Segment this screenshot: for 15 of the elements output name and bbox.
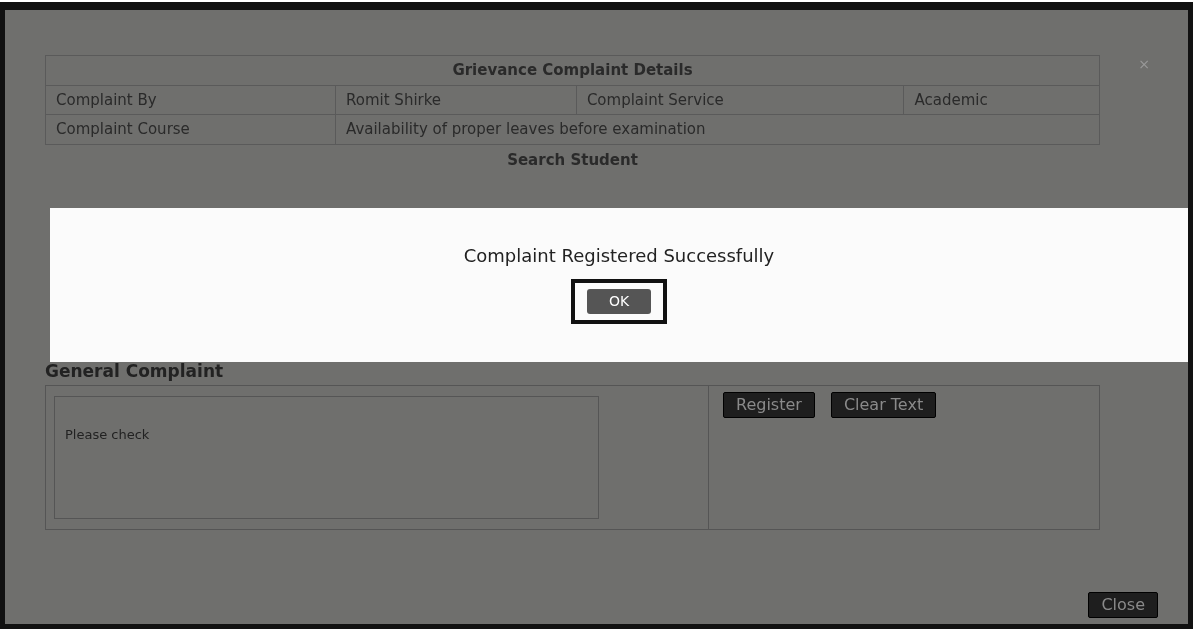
clear-button[interactable]: Clear Text bbox=[830, 391, 937, 418]
table-cell: Romit Shirke bbox=[335, 85, 577, 115]
table-cell: Complaint Service bbox=[576, 85, 904, 115]
section-title: General Complaint bbox=[45, 360, 225, 383]
complaint-text-field[interactable]: Please check bbox=[54, 395, 599, 519]
close-button[interactable]: Close bbox=[1088, 592, 1158, 618]
section-title: Search Student bbox=[506, 149, 639, 171]
register-button[interactable]: Register bbox=[723, 391, 815, 418]
table-cell: Availability of proper leaves before examination bbox=[335, 114, 1100, 144]
alert-message: Complaint Registered Successfully bbox=[463, 244, 775, 268]
table-cell: Complaint By bbox=[45, 85, 336, 115]
table-cell: Complaint Course bbox=[45, 114, 336, 144]
ok-button[interactable]: OK bbox=[586, 289, 652, 314]
table-cell: Academic bbox=[903, 85, 1100, 115]
table-title: Grievance Complaint Details bbox=[45, 55, 1100, 85]
